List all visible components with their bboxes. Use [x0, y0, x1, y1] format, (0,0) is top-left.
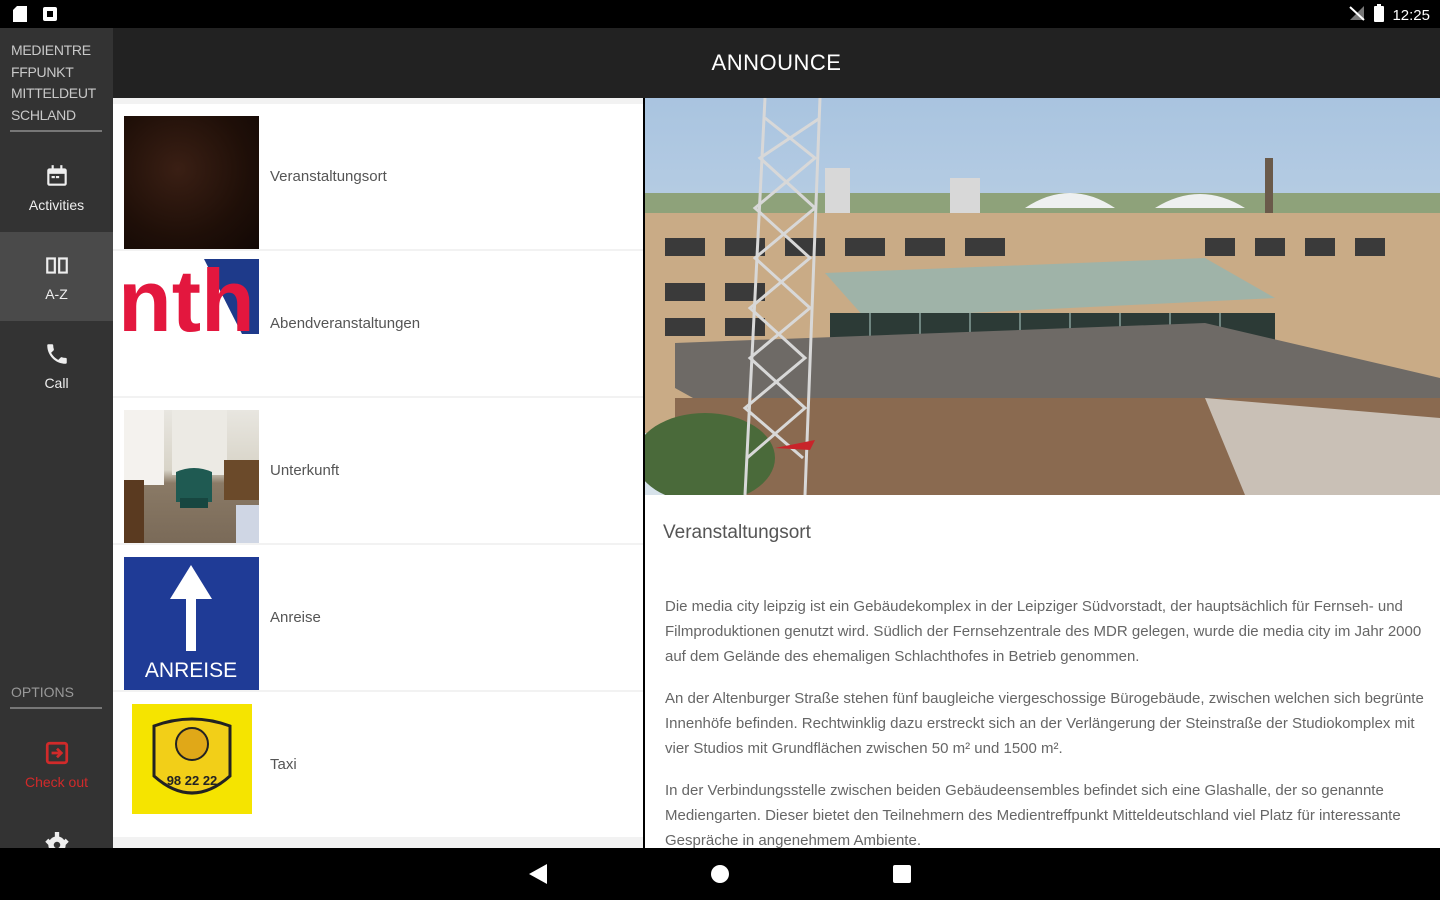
- list-item-label: Anreise: [270, 609, 321, 626]
- clock: 12:25: [1392, 6, 1430, 24]
- options-label: OPTIONS: [11, 684, 75, 700]
- divider: [10, 707, 102, 709]
- brand-name: MEDIENTRE FFPUNKT MITTELDEUT SCHLAND: [11, 42, 96, 123]
- sidebar-item-label: A-Z: [45, 285, 68, 302]
- checkout-button[interactable]: Check out: [0, 740, 113, 800]
- list-item-label: Veranstaltungsort: [270, 168, 387, 185]
- thumbnail-image: 98 22 22: [124, 704, 259, 837]
- recents-icon: [893, 865, 911, 883]
- sidebar-item-label: Activities: [28, 196, 85, 213]
- sidebar-item-label: Call: [44, 374, 69, 391]
- back-button[interactable]: [526, 862, 550, 886]
- calendar-icon: [46, 164, 67, 186]
- sidebar-item-call[interactable]: Call: [0, 321, 113, 410]
- list-item-abendveranstaltungen[interactable]: nth Abendveranstaltungen: [113, 251, 643, 396]
- sidebar-item-activities[interactable]: Activities: [0, 143, 113, 232]
- home-button[interactable]: [708, 862, 732, 886]
- checkout-icon: [45, 741, 68, 765]
- recents-button[interactable]: [890, 862, 914, 886]
- signal-off-icon: [1348, 5, 1366, 25]
- app-bar: ANNOUNCE: [113, 28, 1440, 98]
- thumbnail-image: [124, 116, 259, 249]
- sd-card-icon: [12, 6, 28, 22]
- status-bar: 12:25: [0, 0, 1440, 28]
- thumbnail-image: ANREISE: [124, 557, 259, 690]
- item-list: Veranstaltungsort nth Abendveranstaltung…: [113, 98, 643, 848]
- svg-text:98 22 22: 98 22 22: [167, 773, 218, 788]
- svg-text:ANREISE: ANREISE: [145, 659, 237, 682]
- battery-icon: [1374, 4, 1385, 26]
- thumbnail-image: [124, 410, 259, 543]
- detail-title: Veranstaltungsort: [663, 522, 811, 543]
- paragraph: Die media city leipzig ist ein Gebäudeko…: [665, 598, 1422, 665]
- thumbnail-image: nth: [124, 259, 259, 392]
- checkout-label: Check out: [24, 774, 89, 790]
- list-item-taxi[interactable]: 98 22 22 Taxi: [113, 692, 643, 837]
- list-item-label: Unterkunft: [270, 462, 340, 479]
- paragraph: An der Altenburger Straße stehen fünf ba…: [665, 690, 1424, 757]
- settings-icon[interactable]: [44, 832, 70, 848]
- sidebar: MEDIENTRE FFPUNKT MITTELDEUT SCHLAND Act…: [0, 28, 113, 848]
- list-item-label: Taxi: [270, 756, 297, 773]
- book-icon: [45, 256, 68, 274]
- paragraph: In der Verbindungsstelle zwischen beiden…: [665, 782, 1401, 848]
- system-nav-bar: [0, 848, 1440, 900]
- list-item-label: Abendveranstaltungen: [270, 315, 421, 332]
- list-item-veranstaltungsort[interactable]: Veranstaltungsort: [113, 104, 643, 249]
- home-icon: [711, 865, 729, 883]
- list-item-unterkunft[interactable]: Unterkunft: [113, 398, 643, 543]
- page-title: ANNOUNCE: [711, 50, 842, 75]
- list-item-anreise[interactable]: ANREISE Anreise: [113, 545, 643, 690]
- divider: [10, 130, 102, 132]
- sidebar-item-a-z[interactable]: A-Z: [0, 232, 113, 321]
- detail-body: Die media city leipzig ist ein Gebäudeko…: [665, 594, 1425, 848]
- svg-text:nth: nth: [124, 259, 255, 350]
- hero-image: [645, 98, 1440, 495]
- phone-icon: [46, 343, 67, 364]
- back-icon: [529, 864, 547, 884]
- detail-panel: Veranstaltungsort Die media city leipzig…: [645, 98, 1440, 848]
- notification-icon: [42, 6, 58, 22]
